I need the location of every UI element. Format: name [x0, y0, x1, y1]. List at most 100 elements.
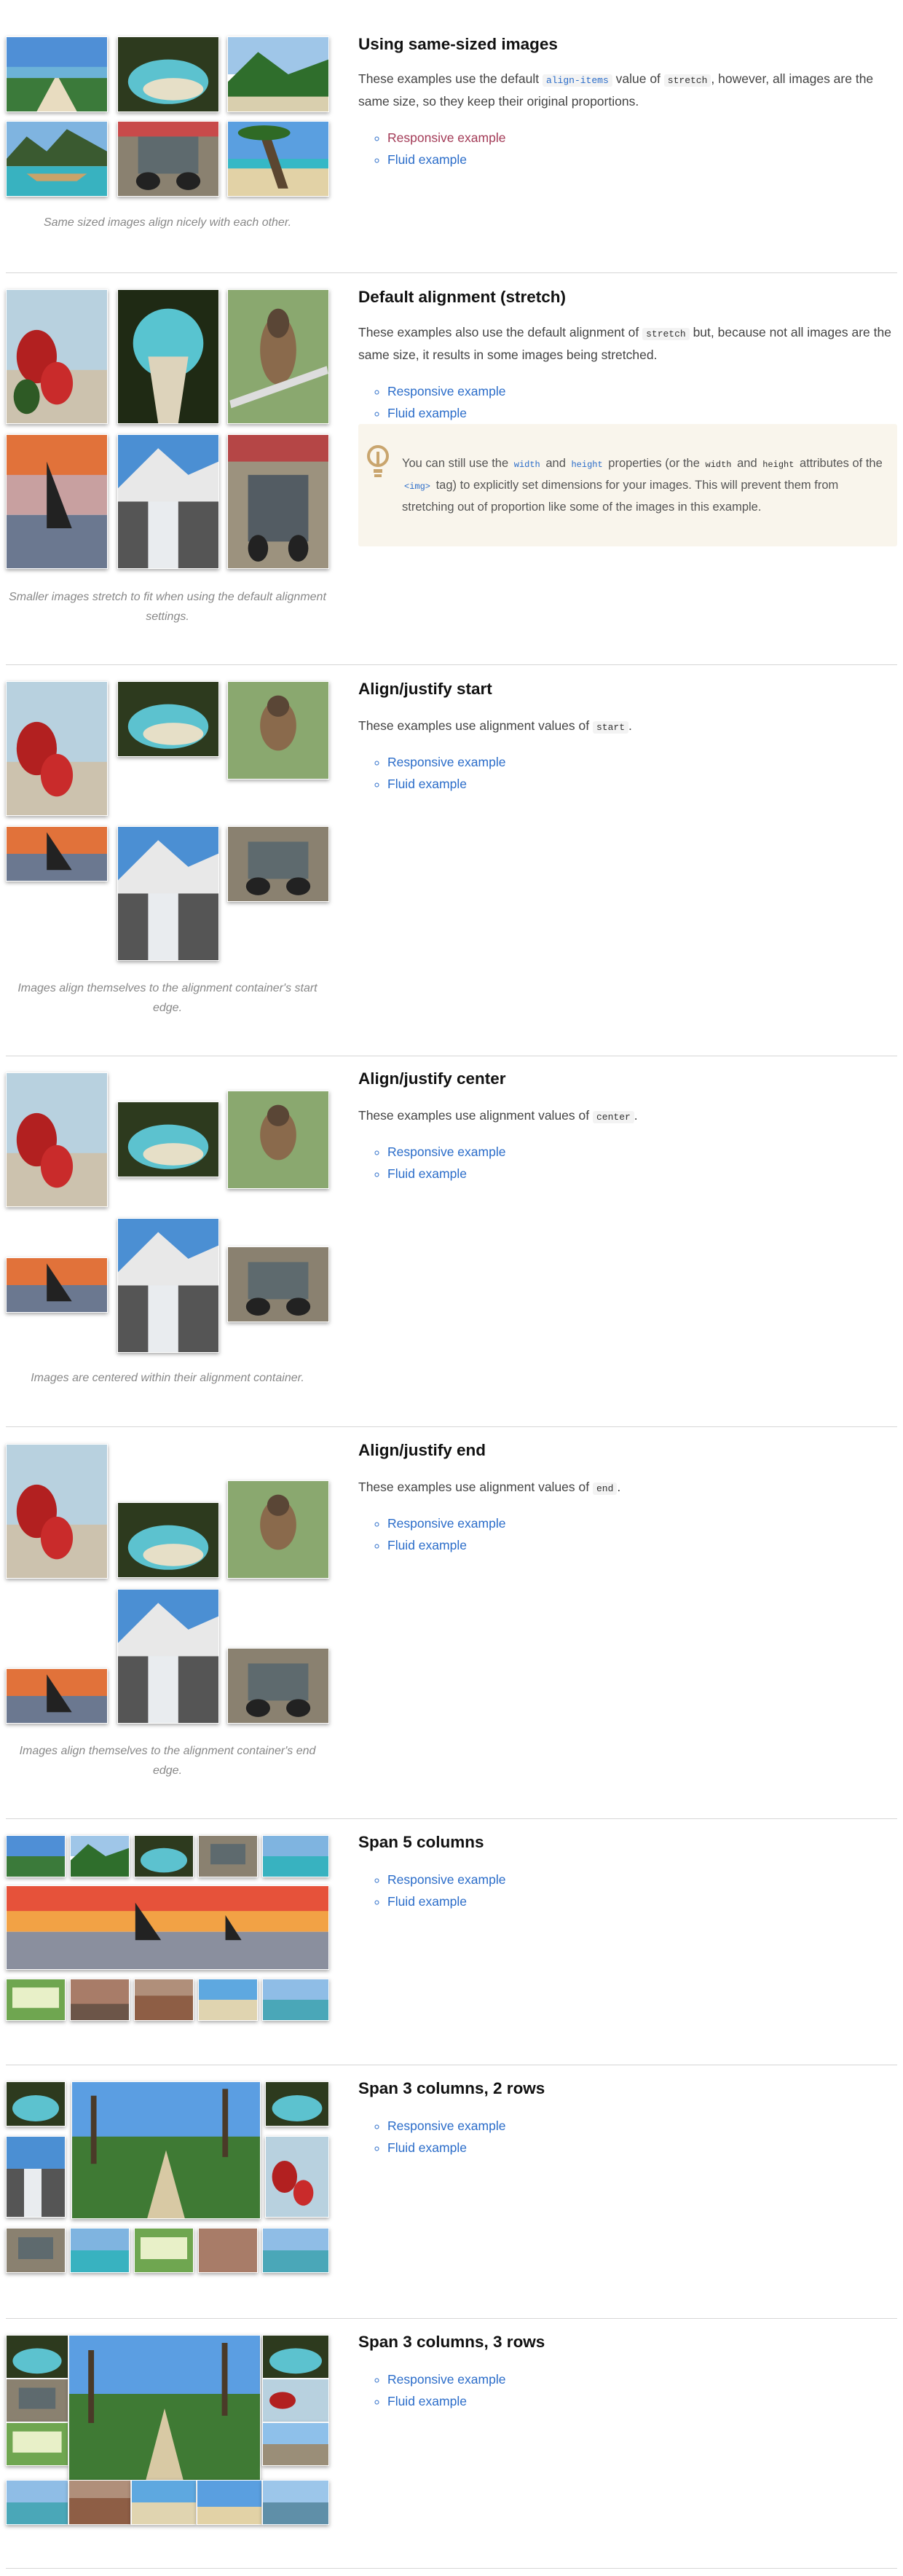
thumbnail-cove[interactable]	[6, 2081, 66, 2127]
thumbnail-beach-chairs[interactable]	[131, 2480, 197, 2525]
responsive-example-link[interactable]: Responsive example	[387, 755, 505, 769]
thumbnail-cafe[interactable]	[68, 2480, 131, 2525]
section-title: Using same-sized images	[358, 35, 558, 53]
list-item: Responsive example	[387, 1141, 505, 1163]
section-divider	[6, 664, 897, 665]
thumbnail-resort[interactable]	[262, 2422, 329, 2466]
responsive-example-link[interactable]: Responsive example	[387, 384, 505, 398]
thumbnail-waterfall[interactable]	[117, 1589, 219, 1724]
example-links: Responsive example Fluid example	[358, 127, 505, 170]
fluid-example-link[interactable]: Fluid example	[387, 406, 467, 420]
thumbnail-boats[interactable]	[262, 1979, 329, 2021]
responsive-example-link[interactable]: Responsive example	[387, 130, 505, 145]
section-description: These examples also use the default alig…	[358, 325, 891, 362]
thumbnail-beach-path[interactable]	[6, 36, 108, 112]
thumbnail-beach-path[interactable]	[6, 1835, 66, 1877]
thumbnail-cove[interactable]	[134, 1835, 194, 1877]
fluid-example-link[interactable]: Fluid example	[387, 2140, 467, 2155]
thumbnail-red-flowers[interactable]	[265, 2136, 329, 2218]
thumbnail-red-flowers[interactable]	[262, 2379, 329, 2422]
lightbulb-icon	[367, 445, 389, 477]
thumbnail-sunset-sailboat[interactable]	[6, 1257, 108, 1313]
section-divider	[6, 2318, 897, 2319]
thumbnail-boats[interactable]	[262, 2228, 329, 2273]
thumbnail-cove[interactable]	[6, 2335, 68, 2379]
section-title: Span 5 columns	[358, 1833, 484, 1851]
thumbnail-tuk-tuk-tall[interactable]	[227, 434, 329, 569]
feature-tropical-path[interactable]	[68, 2335, 261, 2482]
section-divider	[6, 1818, 897, 1819]
thumbnail-red-flowers[interactable]	[6, 289, 108, 424]
thumbnail-green-vehicle[interactable]	[134, 2228, 194, 2273]
thumbnail-cove[interactable]	[117, 681, 219, 757]
thumbnail-palm-beach[interactable]	[197, 2480, 262, 2525]
thumbnail-green-hills[interactable]	[70, 1835, 130, 1877]
thumbnail-bird[interactable]	[227, 1091, 329, 1189]
thumbnail-tuk-tuk[interactable]	[227, 1246, 329, 1322]
fluid-example-link[interactable]: Fluid example	[387, 2394, 467, 2408]
thumbnail-cove[interactable]	[117, 1502, 219, 1578]
thumbnail-sunset-sailboat[interactable]	[6, 1668, 108, 1724]
section-divider	[6, 272, 897, 273]
fluid-example-link[interactable]: Fluid example	[387, 152, 467, 167]
thumbnail-longtail-boat[interactable]	[262, 1835, 329, 1877]
responsive-example-link[interactable]: Responsive example	[387, 1516, 505, 1531]
list-item: Responsive example	[387, 751, 505, 773]
thumbnail-tuk-tuk[interactable]	[227, 826, 329, 902]
thumbnail-palm-beach[interactable]	[227, 121, 329, 197]
thumbnail-cafe[interactable]	[134, 1979, 194, 2021]
thumbnail-beach-chairs[interactable]	[198, 1979, 258, 2021]
responsive-example-link[interactable]: Responsive example	[387, 2372, 505, 2387]
thumbnail-waterfall[interactable]	[117, 434, 219, 569]
thumbnail-cove[interactable]	[117, 1102, 219, 1177]
thumbnail-bird[interactable]	[227, 1480, 329, 1579]
thumbnail-green-vehicle[interactable]	[6, 2422, 68, 2466]
thumbnail-waterfall[interactable]	[117, 1218, 219, 1353]
tip-note: You can still use the width and height p…	[358, 424, 897, 546]
fluid-example-link[interactable]: Fluid example	[387, 1166, 467, 1181]
figure-caption: Images are centered within their alignme…	[31, 1372, 304, 1384]
panorama-sunset-sailboats[interactable]	[6, 1885, 329, 1970]
thumbnail-longtail-boat[interactable]	[70, 2228, 130, 2273]
thumbnail-waterfall[interactable]	[6, 2136, 66, 2218]
list-item: Fluid example	[387, 402, 505, 424]
list-item: Responsive example	[387, 380, 505, 402]
thumbnail-bird[interactable]	[227, 289, 329, 424]
thumbnail-market[interactable]	[70, 1979, 130, 2021]
section-divider	[6, 1426, 897, 1427]
thumbnail-harbor[interactable]	[262, 2480, 329, 2525]
thumbnail-green-vehicle[interactable]	[6, 1979, 66, 2021]
responsive-example-link[interactable]: Responsive example	[387, 2118, 505, 2133]
thumbnail-sunset-sailboat[interactable]	[6, 434, 108, 569]
responsive-example-link[interactable]: Responsive example	[387, 1144, 505, 1159]
thumbnail-cove-tall[interactable]	[117, 289, 219, 424]
thumbnail-cove-small[interactable]	[262, 2335, 329, 2379]
thumbnail-red-flowers[interactable]	[6, 1444, 108, 1579]
thumbnail-red-flowers[interactable]	[6, 681, 108, 816]
thumbnail-tuk-tuk[interactable]	[6, 2228, 66, 2273]
feature-tropical-path[interactable]	[71, 2081, 261, 2219]
fluid-example-link[interactable]: Fluid example	[387, 1538, 467, 1552]
thumbnail-tuk-tuk[interactable]	[6, 2379, 68, 2422]
example-links: Responsive example Fluid example	[358, 2368, 505, 2412]
thumbnail-boats[interactable]	[6, 2480, 68, 2525]
list-item: Responsive example	[387, 127, 505, 149]
thumbnail-waterfall[interactable]	[117, 826, 219, 961]
thumbnail-green-hills[interactable]	[227, 36, 329, 112]
thumbnail-cove-small[interactable]	[265, 2081, 329, 2127]
example-links: Responsive example Fluid example	[358, 751, 505, 795]
thumbnail-tuk-tuk[interactable]	[117, 121, 219, 197]
example-links: Responsive example Fluid example	[358, 380, 505, 424]
thumbnail-tuk-tuk[interactable]	[198, 1835, 258, 1877]
thumbnail-sunset-sailboat[interactable]	[6, 826, 108, 881]
thumbnail-bird[interactable]	[227, 681, 329, 780]
thumbnail-tuk-tuk[interactable]	[227, 1648, 329, 1724]
fluid-example-link[interactable]: Fluid example	[387, 777, 467, 791]
thumbnail-longtail-boat[interactable]	[6, 121, 108, 197]
fluid-example-link[interactable]: Fluid example	[387, 1894, 467, 1909]
responsive-example-link[interactable]: Responsive example	[387, 1872, 505, 1887]
thumbnail-cove[interactable]	[117, 36, 219, 112]
thumbnail-red-flowers[interactable]	[6, 1072, 108, 1207]
section-title: Align/justify center	[358, 1069, 506, 1088]
thumbnail-market[interactable]	[198, 2228, 258, 2273]
